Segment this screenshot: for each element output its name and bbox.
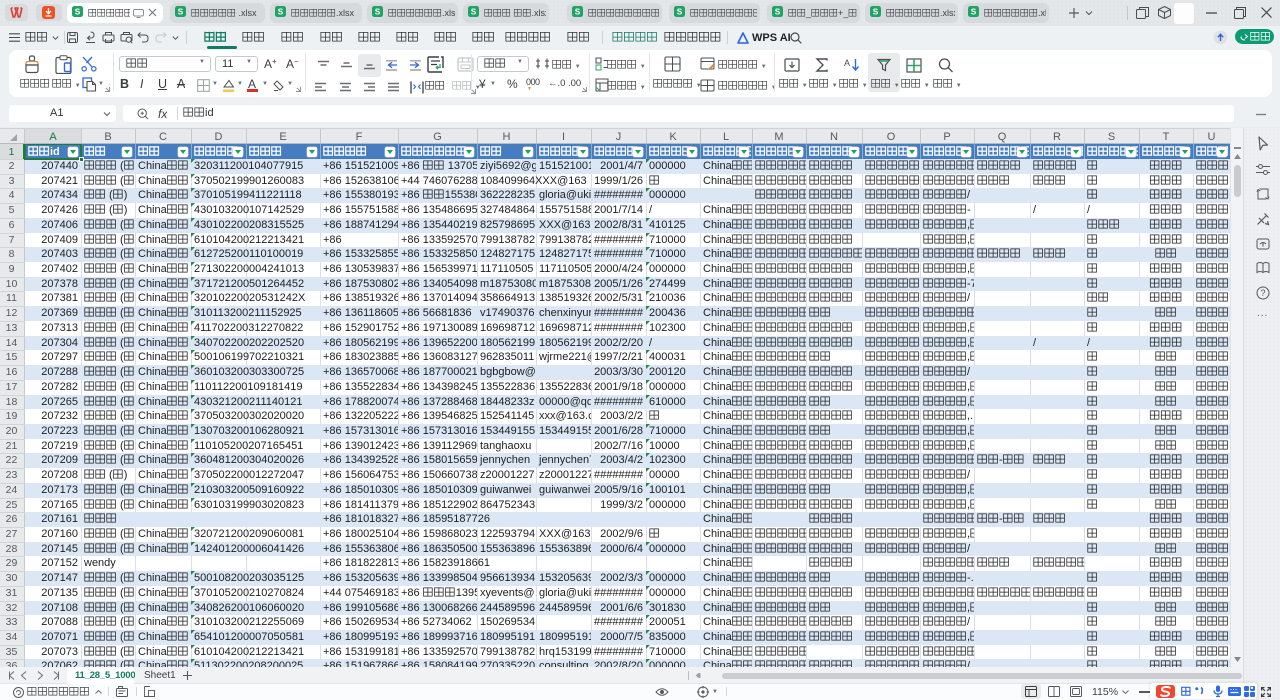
svg-text:A: A bbox=[844, 58, 850, 68]
svg-text:S: S bbox=[775, 8, 781, 17]
svg-text:S: S bbox=[75, 8, 81, 17]
svg-text:S: S bbox=[375, 8, 381, 17]
svg-text:?: ? bbox=[1260, 288, 1265, 298]
svg-text:S: S bbox=[178, 8, 184, 17]
svg-text:S: S bbox=[471, 8, 477, 17]
svg-text:S: S bbox=[873, 8, 879, 17]
svg-text:S: S bbox=[971, 8, 977, 17]
svg-text:S: S bbox=[278, 8, 284, 17]
svg-text:S: S bbox=[677, 8, 683, 17]
svg-text:S: S bbox=[575, 8, 581, 17]
